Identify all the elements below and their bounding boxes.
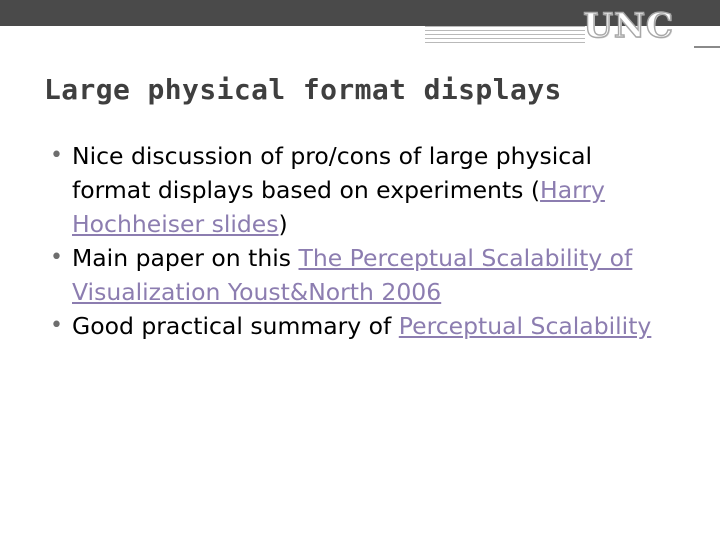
logo-underline xyxy=(694,46,720,48)
perceptual-scalability-summary-link[interactable]: Perceptual Scalability xyxy=(399,312,652,340)
bullet-icon: • xyxy=(50,245,63,270)
bullet-item: • Good practical summary of Perceptual S… xyxy=(50,309,670,343)
bullet-icon: • xyxy=(50,143,63,168)
bullet-text-end: ) xyxy=(278,210,288,238)
bullet-icon: • xyxy=(50,313,63,338)
bullet-list: • Nice discussion of pro/cons of large p… xyxy=(50,139,670,343)
bullet-item: • Main paper on this The Perceptual Scal… xyxy=(50,241,670,309)
bullet-item: • Nice discussion of pro/cons of large p… xyxy=(50,139,670,241)
unc-logo: UNC xyxy=(583,5,674,46)
top-bar-stripe-decoration xyxy=(425,26,585,46)
bullet-text: Nice discussion of pro/cons of large phy… xyxy=(72,142,593,204)
bullet-text: Main paper on this xyxy=(72,244,299,272)
slide-title: Large physical format displays xyxy=(44,73,562,106)
bullet-text: Good practical summary of xyxy=(72,312,399,340)
